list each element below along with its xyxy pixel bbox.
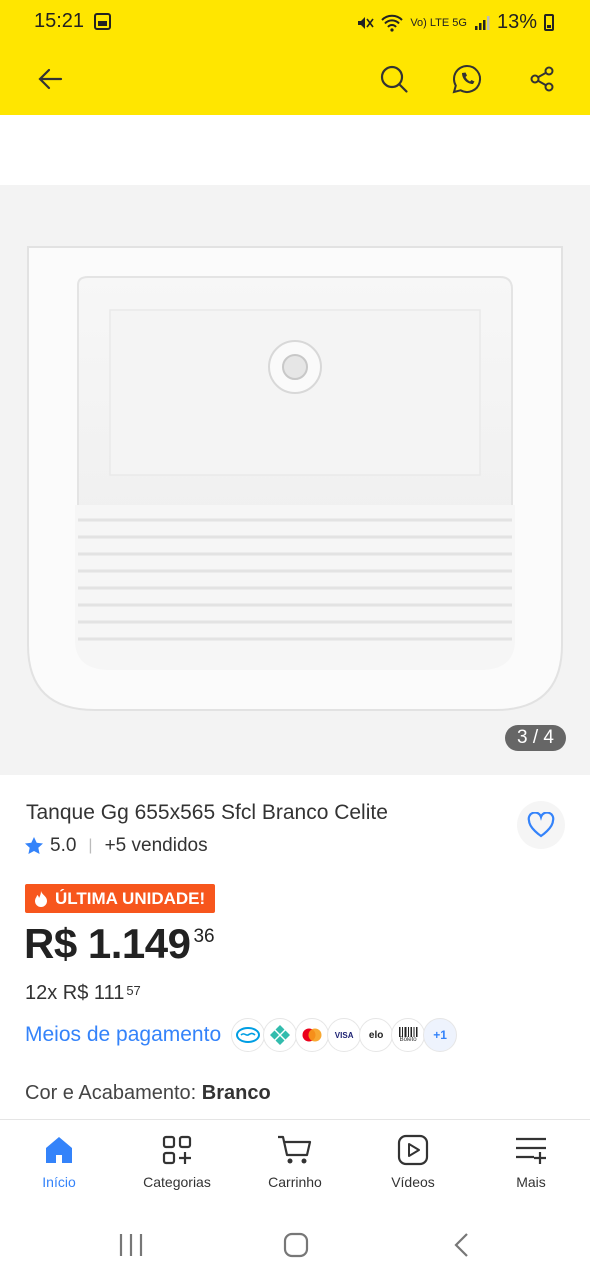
mute-icon	[358, 16, 374, 29]
mercadopago-icon	[231, 1018, 266, 1052]
fire-icon	[35, 890, 47, 907]
rating-value: 5.0	[50, 835, 77, 856]
battery-level: 13%	[496, 11, 537, 33]
sold-count: +5 vendidos	[104, 835, 208, 856]
back-nav-button[interactable]	[452, 1232, 472, 1258]
product-title: Tanque Gg 655x565 Sfcl Branco Celite	[26, 801, 388, 824]
payment-methods-link[interactable]: Meios de pagamento	[25, 1023, 221, 1047]
share-icon	[530, 66, 554, 92]
network-label: Vo) LTE 5G	[410, 16, 467, 29]
system-navigation	[0, 1207, 590, 1280]
recent-apps-button[interactable]	[117, 1232, 145, 1258]
payment-methods-row[interactable]: Meios de pagamento VISA elo Boleto +1	[25, 1018, 458, 1052]
elo-icon: elo	[359, 1018, 394, 1052]
image-counter: 3 / 4	[505, 725, 566, 751]
whatsapp-icon	[452, 64, 482, 94]
badge-label: ÚLTIMA UNIDADE!	[55, 888, 206, 908]
arrow-left-icon	[38, 68, 63, 90]
app-bar	[0, 44, 590, 115]
nav-label: Categorias	[143, 1174, 211, 1190]
signal-icon	[474, 15, 490, 30]
boleto-label: Boleto	[399, 1037, 417, 1043]
nav-item-videos[interactable]: Vídeos	[354, 1120, 472, 1207]
nav-label: Carrinho	[268, 1174, 322, 1190]
nav-label: Mais	[516, 1174, 546, 1190]
cart-icon	[278, 1135, 312, 1164]
nav-item-mais[interactable]: Mais	[472, 1120, 590, 1207]
battery-icon	[544, 14, 554, 31]
status-time: 15:21	[34, 10, 85, 32]
product-image	[0, 185, 590, 775]
gallery-notification-icon	[94, 13, 111, 30]
home-icon	[46, 1137, 72, 1163]
back-button[interactable]	[31, 60, 69, 98]
nav-label: Vídeos	[391, 1174, 435, 1190]
price-cents: 36	[193, 926, 215, 947]
search-icon	[380, 65, 408, 93]
categories-icon	[162, 1135, 192, 1165]
installments: 12x R$ 111 57	[25, 982, 141, 1005]
nav-label: Início	[42, 1174, 76, 1190]
boleto-icon: Boleto	[391, 1018, 426, 1052]
top-spacer	[0, 115, 590, 185]
more-icon	[516, 1137, 546, 1164]
installments-value: 12x R$ 111	[25, 982, 125, 1004]
nav-item-carrinho[interactable]: Carrinho	[236, 1120, 354, 1207]
visa-icon: VISA	[327, 1018, 362, 1052]
rating-row: 5.0 | +5 vendidos	[24, 835, 208, 857]
separator: |	[88, 837, 93, 854]
installments-cents: 57	[126, 983, 141, 998]
status-icons: Vo) LTE 5G 13%	[356, 11, 554, 34]
status-bar: 15:21 Vo) LTE 5G 13%	[0, 0, 590, 44]
heart-icon	[527, 812, 555, 838]
favorite-button[interactable]	[517, 801, 565, 849]
video-icon	[397, 1134, 429, 1166]
wifi-icon	[381, 14, 404, 32]
more-payments-badge[interactable]: +1	[423, 1018, 458, 1052]
bottom-navigation: Início Categorias Carrinho Vídeos Mais	[0, 1119, 590, 1207]
last-unit-badge: ÚLTIMA UNIDADE!	[25, 884, 216, 913]
mastercard-icon	[295, 1018, 330, 1052]
variant-value: Branco	[201, 1082, 271, 1104]
price-main: R$ 1.149	[24, 920, 191, 967]
nav-item-inicio[interactable]: Início	[0, 1120, 118, 1207]
variant-label: Cor e Acabamento:	[25, 1082, 197, 1104]
home-button[interactable]	[283, 1232, 309, 1258]
star-icon	[25, 837, 43, 854]
product-image-gallery[interactable]: 3 / 4	[0, 185, 590, 775]
share-button[interactable]	[523, 60, 561, 98]
search-button[interactable]	[375, 60, 413, 98]
price: R$ 1.149 36	[24, 920, 215, 968]
nav-item-categorias[interactable]: Categorias	[118, 1120, 236, 1207]
pix-icon	[263, 1018, 298, 1052]
variant-selector[interactable]: Cor e Acabamento: Branco	[25, 1082, 271, 1105]
whatsapp-share-button[interactable]	[448, 60, 486, 98]
